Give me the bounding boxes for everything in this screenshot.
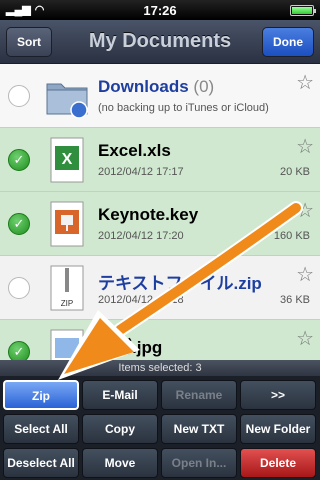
zip-file-icon: ZIP <box>50 265 84 311</box>
deselect-all-button[interactable]: Deselect All <box>3 448 79 478</box>
done-button[interactable]: Done <box>262 27 314 57</box>
document-list: Downloads (0) (no backing up to iTunes o… <box>0 64 320 360</box>
battery-icon <box>290 5 316 16</box>
file-size: 160 KB <box>273 230 310 242</box>
star-icon[interactable]: ☆ <box>296 70 314 95</box>
selection-count: Items selected: 3 <box>0 360 320 376</box>
file-name: ロゴ.jpg <box>98 338 163 357</box>
star-icon[interactable]: ☆ <box>296 262 314 287</box>
file-date: 2012/04/12 17:18 <box>98 294 184 306</box>
excel-file-icon: X <box>50 137 84 183</box>
selection-checkbox[interactable] <box>8 85 30 107</box>
star-icon[interactable]: ☆ <box>296 134 314 159</box>
star-icon[interactable]: ☆ <box>296 198 314 223</box>
status-bar: ▂▄▆ ◠ 17:26 <box>0 0 320 20</box>
image-file-icon <box>50 329 84 360</box>
delete-button[interactable]: Delete <box>240 448 316 478</box>
list-item[interactable]: ✓ X Excel.xls 2012/04/12 17:17 20 KB ☆ <box>0 128 320 192</box>
file-date: 2012/04/12 17:17 <box>98 166 184 178</box>
new-folder-button[interactable]: New Folder <box>240 414 316 444</box>
list-item[interactable]: ZIP テキストファイル.zip 2012/04/12 17:18 36 KB … <box>0 256 320 320</box>
rename-button[interactable]: Rename <box>161 380 237 410</box>
svg-text:X: X <box>62 151 73 168</box>
selection-checkbox[interactable]: ✓ <box>8 341 30 360</box>
open-in-button[interactable]: Open In... <box>161 448 237 478</box>
move-button[interactable]: Move <box>82 448 158 478</box>
selection-checkbox[interactable]: ✓ <box>8 213 30 235</box>
select-all-button[interactable]: Select All <box>3 414 79 444</box>
selection-checkbox[interactable]: ✓ <box>8 149 30 171</box>
status-time: 17:26 <box>143 3 177 18</box>
list-item[interactable]: ✓ Keynote.key 2012/04/12 17:20 160 KB ☆ <box>0 192 320 256</box>
keynote-file-icon <box>50 201 84 247</box>
list-item[interactable]: Downloads (0) (no backing up to iTunes o… <box>0 64 320 128</box>
selection-checkbox[interactable] <box>8 277 30 299</box>
sort-button[interactable]: Sort <box>6 27 52 57</box>
file-name: Excel.xls <box>98 141 171 160</box>
new-txt-button[interactable]: New TXT <box>161 414 237 444</box>
file-name: テキストファイル.zip <box>98 274 262 293</box>
folder-note: (no backing up to iTunes or iCloud) <box>98 102 269 114</box>
file-size: 20 KB <box>280 166 310 178</box>
list-item[interactable]: ✓ ロゴ.jpg ☆ <box>0 320 320 360</box>
email-button[interactable]: E-Mail <box>82 380 158 410</box>
svg-text:ZIP: ZIP <box>61 299 73 308</box>
file-name: Keynote.key <box>98 205 199 224</box>
folder-icon <box>46 83 88 119</box>
file-size: 36 KB <box>280 294 310 306</box>
file-date: 2012/04/12 17:20 <box>98 230 184 242</box>
navigation-bar: Sort My Documents Done <box>0 20 320 64</box>
page-title: My Documents <box>88 30 232 52</box>
action-toolbar: Zip E-Mail Rename >> Select All Copy New… <box>0 376 320 480</box>
more-button[interactable]: >> <box>240 380 316 410</box>
star-icon[interactable]: ☆ <box>296 326 314 351</box>
folder-name: Downloads (0) <box>98 77 215 96</box>
copy-button[interactable]: Copy <box>82 414 158 444</box>
zip-button[interactable]: Zip <box>3 380 79 410</box>
